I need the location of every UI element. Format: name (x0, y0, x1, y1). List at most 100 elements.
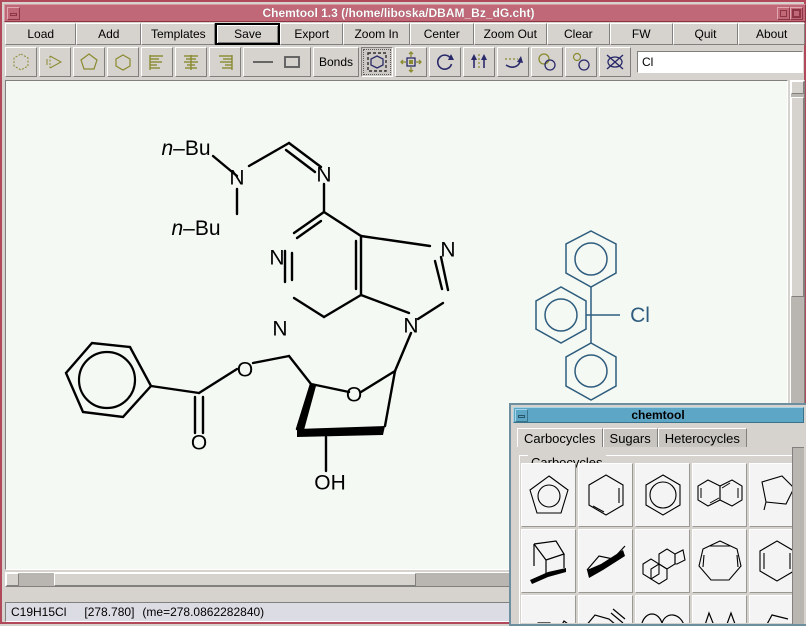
flip-vertical-icon (468, 51, 490, 73)
templates-title-bar: chemtool (513, 407, 804, 423)
bonds-button[interactable]: Bonds (313, 47, 359, 77)
flip-horizontal-tool-button[interactable] (497, 47, 529, 77)
scroll-up-arrow[interactable] (791, 81, 804, 94)
template-cyclopentane-3d[interactable] (749, 463, 798, 527)
menu-button-zoom-in[interactable]: Zoom In (343, 23, 410, 45)
flip-horizontal-icon (502, 51, 524, 73)
steroid-icon (639, 536, 687, 586)
tool-bar: Bonds (5, 46, 805, 78)
menu-button-about[interactable]: About (738, 23, 805, 45)
menu-button-clear[interactable]: Clear (547, 23, 610, 45)
menu-button-zoom-out[interactable]: Zoom Out (474, 23, 547, 45)
menu-button-quit[interactable]: Quit (673, 23, 739, 45)
menu-button-export[interactable]: Export (280, 23, 343, 45)
cyclopentadiene-icon (526, 470, 572, 520)
restore-icon (780, 10, 787, 17)
naphthalene-icon (696, 475, 744, 515)
horizontal-scroll-thumb[interactable] (54, 573, 416, 586)
hexagon-dotted-icon (10, 51, 32, 73)
label-n-bu-top: n–Bu (161, 137, 210, 160)
move-tool-button[interactable] (395, 47, 427, 77)
label-n3: N (272, 318, 287, 341)
templates-minimize-button[interactable] (515, 409, 528, 422)
hexagon-arrow-icon (44, 51, 66, 73)
templates-vertical-scrollbar[interactable] (792, 447, 804, 626)
trityl-phenyl-bottom (566, 343, 616, 400)
rotate-tool-button[interactable] (429, 47, 461, 77)
hexagon-icon (112, 51, 134, 73)
template-cyclopentadiene[interactable] (521, 463, 576, 527)
duplicate-tool-button[interactable] (565, 47, 597, 77)
label-carbonyl-o: O (191, 432, 207, 455)
window-minimize-button[interactable] (7, 7, 20, 20)
trityl-aromatic-top (575, 243, 607, 275)
menu-button-load[interactable]: Load (5, 23, 76, 45)
maximize-icon (792, 9, 801, 18)
window-maximize-button[interactable] (790, 7, 803, 20)
scroll-left-arrow[interactable] (6, 573, 19, 586)
template-chair[interactable] (578, 529, 633, 593)
template-spiro[interactable] (692, 595, 747, 623)
template-naphthalene[interactable] (692, 463, 747, 527)
label-n-imine: N (316, 164, 331, 187)
hexagon-dotted-tool-button[interactable] (5, 47, 37, 77)
menu-button-templates[interactable]: Templates (141, 23, 215, 45)
templates-tab-row: Carbocycles Sugars Heterocycles (517, 428, 747, 448)
template-cyclohexene[interactable] (578, 463, 633, 527)
template-wedge[interactable] (749, 595, 798, 623)
minimize-icon (518, 415, 525, 418)
align-center-tool-button[interactable] (175, 47, 207, 77)
trityl-phenyl-top (566, 231, 616, 287)
align-left-tool-button[interactable] (141, 47, 173, 77)
template-alkyne-chain[interactable] (578, 595, 633, 623)
line-rect-style-group[interactable] (243, 47, 311, 77)
pentagon-icon (78, 51, 100, 73)
chemtool-application: Chemtool 1.3 (/home/liboska/DBAM_Bz_dG.c… (0, 0, 806, 624)
label-n9: N (403, 315, 418, 338)
label-n1: N (269, 247, 284, 270)
status-weight: [278.780] (84, 605, 134, 619)
template-azulene[interactable] (635, 595, 690, 623)
menu-button-center[interactable]: Center (410, 23, 474, 45)
label-ester-o: O (237, 359, 253, 382)
hexagon-arrow-tool-button[interactable] (39, 47, 71, 77)
delete-tool-button[interactable] (599, 47, 631, 77)
vertical-scroll-thumb[interactable] (791, 97, 804, 297)
tab-sugars[interactable]: Sugars (603, 428, 658, 448)
aromatic-circle (79, 352, 135, 408)
template-cyclohexadiene[interactable] (749, 529, 798, 593)
bicyclooctane-icon (526, 536, 572, 586)
window-restore-button[interactable] (777, 7, 790, 20)
label-chloride: Cl (630, 304, 650, 327)
hexagon-tool-button[interactable] (107, 47, 139, 77)
template-benzene[interactable] (635, 463, 690, 527)
label-ring-o: O (346, 384, 362, 407)
select-ring-tool-button[interactable] (361, 47, 393, 77)
align-center-icon (180, 51, 202, 73)
label-n7: N (440, 239, 455, 262)
template-fused-ring[interactable] (521, 595, 576, 623)
menu-button-add[interactable]: Add (76, 23, 141, 45)
template-bicyclooctane[interactable] (521, 529, 576, 593)
flip-vertical-tool-button[interactable] (463, 47, 495, 77)
templates-window-title: chemtool (528, 408, 788, 422)
status-formula: C19H15Cl (11, 605, 66, 619)
move-icon (400, 51, 422, 73)
tab-heterocycles[interactable]: Heterocycles (658, 428, 747, 448)
tab-carbocycles[interactable]: Carbocycles (517, 428, 603, 448)
atom-label-input[interactable]: Cl (637, 51, 803, 73)
template-steroid[interactable] (635, 529, 690, 593)
pentagon-tool-button[interactable] (73, 47, 105, 77)
menu-button-save[interactable]: Save (215, 23, 280, 45)
menu-button-fw[interactable]: FW (610, 23, 673, 45)
trityl-phenyl-left (536, 287, 586, 343)
rotate-icon (434, 51, 456, 73)
copy-icon (536, 51, 558, 73)
chair-icon (583, 536, 629, 586)
copy-tool-button[interactable] (531, 47, 563, 77)
align-right-tool-button[interactable] (209, 47, 241, 77)
templates-grid (521, 463, 798, 623)
template-cycloheptatriene[interactable] (692, 529, 747, 593)
rect-style-icon (285, 57, 299, 67)
benzene-icon (640, 470, 686, 520)
